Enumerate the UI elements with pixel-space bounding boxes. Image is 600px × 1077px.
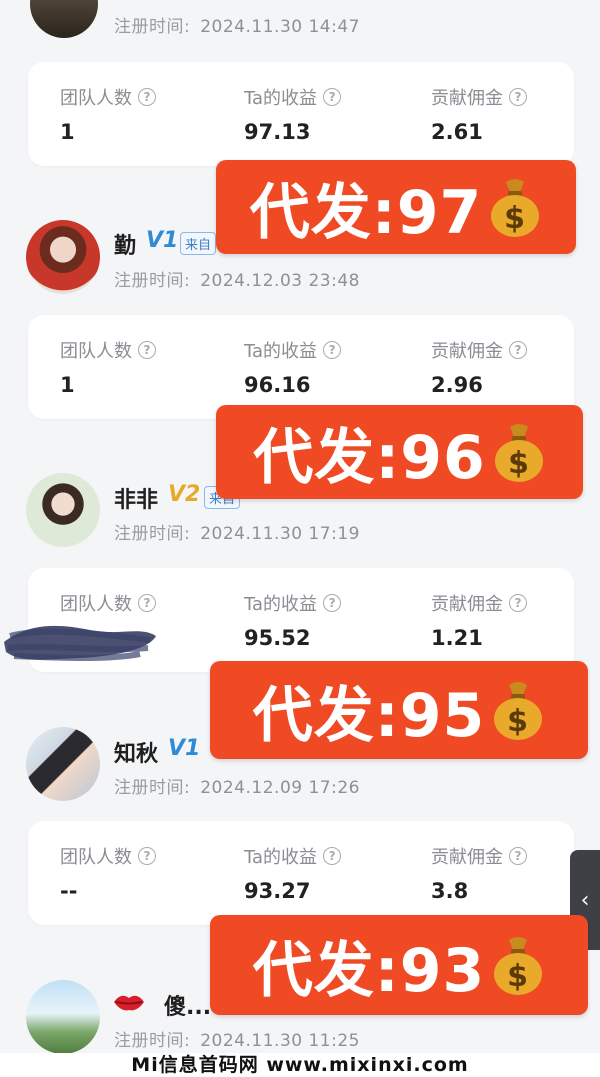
- team-size-value: 1: [60, 120, 75, 144]
- svg-text:$: $: [508, 446, 530, 481]
- registration-time: 2024.12.03 23:48: [200, 271, 360, 291]
- username: 勤: [114, 234, 137, 259]
- user-avatar[interactable]: [26, 473, 100, 547]
- help-icon[interactable]: ?: [138, 594, 156, 612]
- promo-banner: 代发:93 $: [210, 915, 588, 1015]
- team-size-text: 团队人数: [60, 88, 132, 109]
- watermark: Mi信息首码网 www.mixinxi.com: [0, 1053, 600, 1077]
- team-size-text: 团队人数: [60, 341, 132, 362]
- ta-earnings-value: 95.52: [244, 626, 311, 650]
- registration-info: 注册时间: 2024.11.30 17:19: [114, 519, 360, 544]
- user-avatar[interactable]: [26, 980, 100, 1054]
- registration-info: 注册时间: 2024.12.03 23:48: [114, 266, 360, 291]
- registration-label: 注册时间:: [114, 17, 191, 37]
- money-bag-icon: $: [494, 937, 543, 995]
- help-icon[interactable]: ?: [323, 847, 342, 865]
- registration-time: 2024.11.30 11:25: [200, 1031, 360, 1051]
- registration-time: 2024.12.09 17:26: [200, 778, 360, 798]
- svg-text:$: $: [507, 959, 529, 994]
- commission-text: 贡献佣金: [431, 88, 503, 109]
- registration-info: 注册时间: 2024.11.30 11:25: [114, 1026, 360, 1051]
- promo-banner-text: 代发:93: [252, 935, 486, 1006]
- vip-badge: V1: [146, 228, 179, 253]
- ta-earnings-label: Ta的收益?: [244, 843, 342, 869]
- commission-label: 贡献佣金?: [431, 843, 527, 869]
- commission-text: 贡献佣金: [431, 847, 503, 868]
- money-bag-icon: $: [494, 424, 543, 482]
- team-size-value: --: [60, 879, 78, 903]
- ta-earnings-label: Ta的收益?: [244, 337, 342, 363]
- username: 知秋: [114, 742, 159, 767]
- team-size-value: 1: [60, 373, 75, 397]
- promo-banner: 代发:97 $: [216, 160, 576, 254]
- help-icon[interactable]: ?: [509, 847, 527, 865]
- ta-earnings-value: 93.27: [244, 879, 311, 903]
- user-avatar[interactable]: [26, 220, 100, 294]
- svg-text:$: $: [504, 201, 526, 236]
- help-icon[interactable]: ?: [138, 847, 156, 865]
- money-bag-icon: $: [494, 682, 543, 740]
- vip-badge: V2: [168, 482, 201, 507]
- vip-badge: V1: [168, 736, 201, 761]
- ta-earnings-text: Ta的收益: [244, 594, 318, 615]
- commission-text: 贡献佣金: [431, 594, 503, 615]
- help-icon[interactable]: ?: [509, 594, 527, 612]
- stats-card: 团队人数? Ta的收益? 贡献佣金? 1 96.16 2.96: [28, 315, 574, 419]
- ta-earnings-label: Ta的收益?: [244, 590, 342, 616]
- svg-text:$: $: [507, 704, 529, 739]
- registration-info: 注册时间: 2024.12.09 17:26: [114, 773, 360, 798]
- help-icon[interactable]: ?: [323, 594, 342, 612]
- source-tag: 来自: [180, 232, 217, 255]
- ta-earnings-text: Ta的收益: [244, 88, 318, 109]
- team-size-label: 团队人数?: [60, 84, 156, 110]
- promo-banner-text: 代发:95: [252, 680, 486, 751]
- redaction-scribble: [4, 625, 156, 661]
- help-icon[interactable]: ?: [509, 88, 527, 106]
- ta-earnings-text: Ta的收益: [244, 847, 318, 868]
- chevron-left-icon: ‹: [580, 887, 590, 913]
- registration-label: 注册时间:: [114, 524, 191, 544]
- help-icon[interactable]: ?: [509, 341, 527, 359]
- user-avatar: [30, 0, 98, 38]
- commission-label: 贡献佣金?: [431, 590, 527, 616]
- stats-card: 团队人数? Ta的收益? 贡献佣金? 1 97.13 2.61: [28, 62, 574, 166]
- stats-card: 团队人数? Ta的收益? 贡献佣金? -- 93.27 3.8: [28, 821, 574, 925]
- registration-time: 2024.11.30 17:19: [200, 524, 360, 544]
- registration-info: 注册时间: 2024.11.30 14:47: [114, 12, 360, 37]
- registration-label: 注册时间:: [114, 778, 191, 798]
- money-bag-icon: $: [491, 179, 540, 237]
- commission-value: 2.96: [431, 373, 483, 397]
- commission-label: 贡献佣金?: [431, 84, 527, 110]
- commission-text: 贡献佣金: [431, 341, 503, 362]
- promo-banner: 代发:95 $: [210, 661, 588, 759]
- ta-earnings-label: Ta的收益?: [244, 84, 342, 110]
- commission-value: 1.21: [431, 626, 483, 650]
- promo-banner-text: 代发:97: [249, 177, 483, 248]
- registration-time: 2024.11.30 14:47: [200, 17, 360, 37]
- ta-earnings-value: 97.13: [244, 120, 311, 144]
- promo-banner: 代发:96 $: [216, 405, 583, 499]
- commission-value: 2.61: [431, 120, 483, 144]
- help-icon[interactable]: ?: [323, 341, 342, 359]
- team-size-label: 团队人数?: [60, 843, 156, 869]
- ta-earnings-value: 96.16: [244, 373, 311, 397]
- ta-earnings-text: Ta的收益: [244, 341, 318, 362]
- help-icon[interactable]: ?: [138, 88, 156, 106]
- commission-value: 3.8: [431, 879, 469, 903]
- team-size-label: 团队人数?: [60, 337, 156, 363]
- lips-icon: [114, 995, 144, 1011]
- help-icon[interactable]: ?: [323, 88, 342, 106]
- team-size-text: 团队人数: [60, 847, 132, 868]
- user-avatar[interactable]: [26, 727, 100, 801]
- registration-label: 注册时间:: [114, 1031, 191, 1051]
- username: 非非: [114, 488, 159, 513]
- username: 傻...: [164, 995, 212, 1020]
- help-icon[interactable]: ?: [138, 341, 156, 359]
- promo-banner-text: 代发:96: [253, 422, 486, 493]
- registration-label: 注册时间:: [114, 271, 191, 291]
- commission-label: 贡献佣金?: [431, 337, 527, 363]
